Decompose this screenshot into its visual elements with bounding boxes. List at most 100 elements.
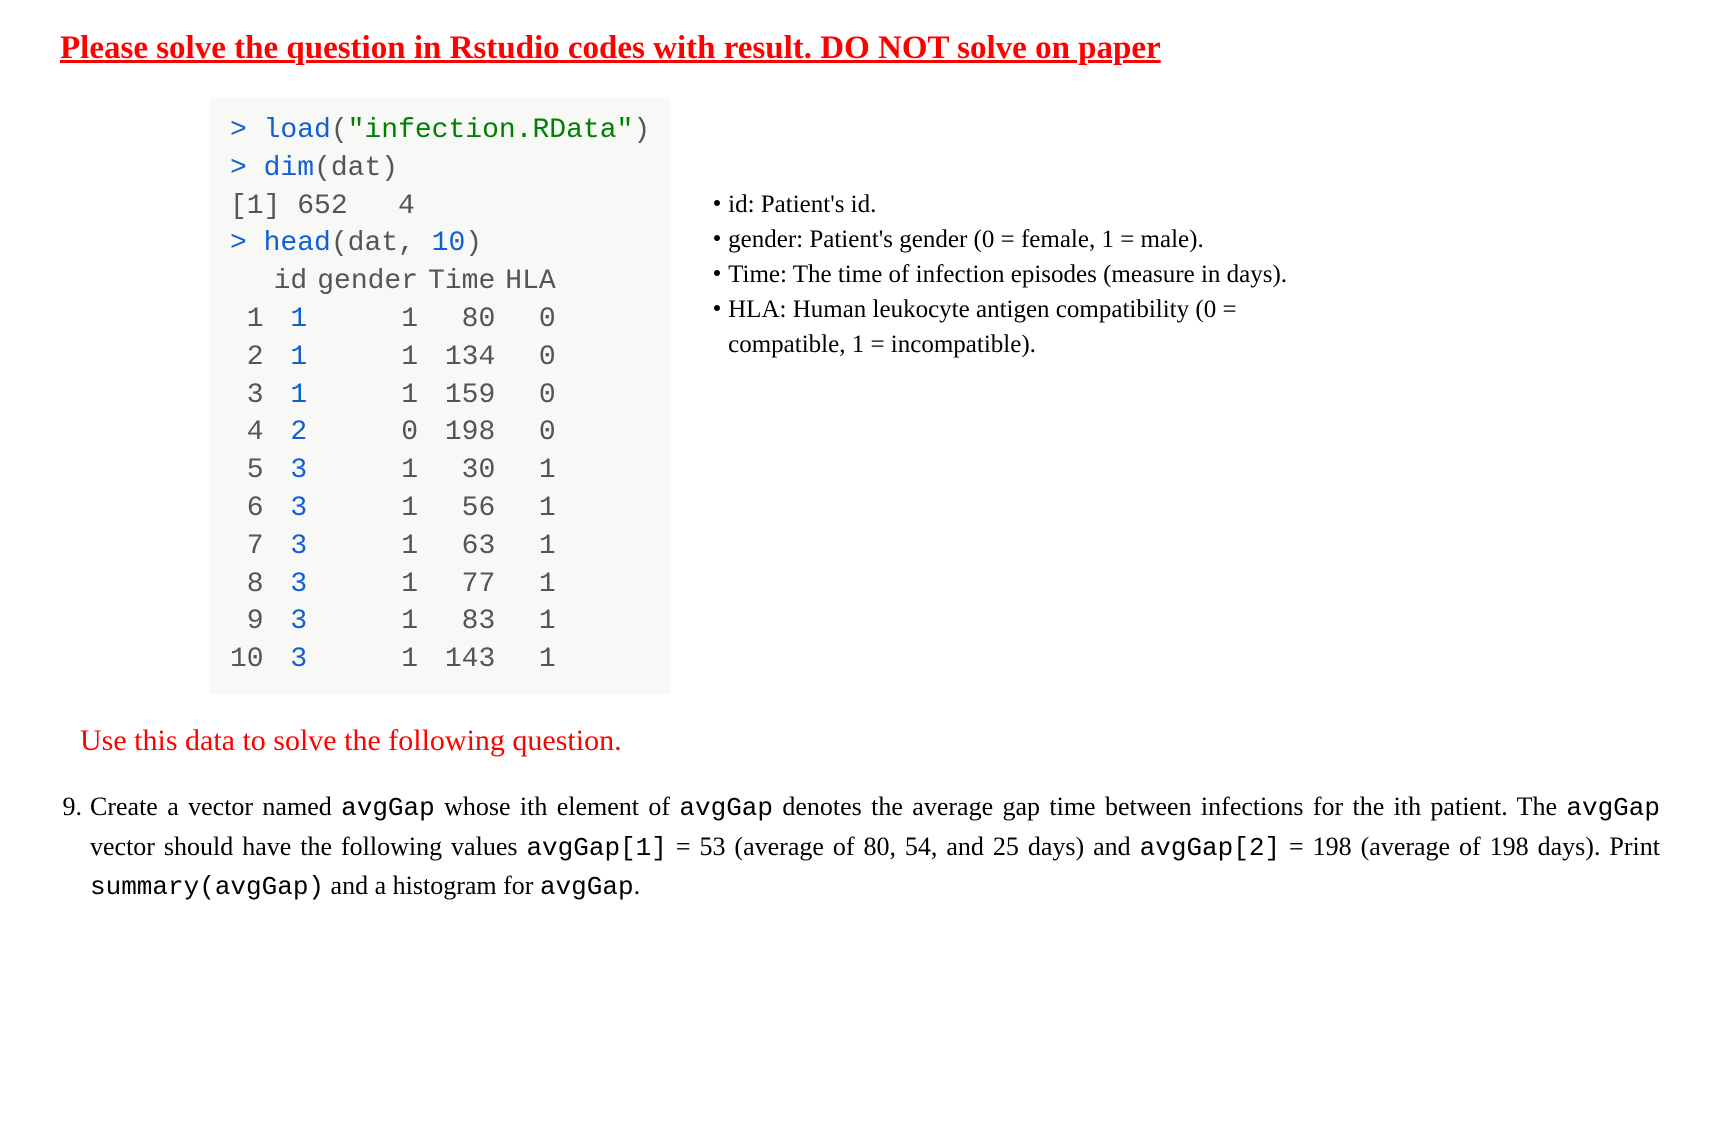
code-inline: avgGap[2] <box>1140 833 1280 863</box>
head-output-table: id gender Time HLA 111800211134031115904… <box>230 263 566 679</box>
code-inline: avgGap <box>679 793 773 823</box>
q-text: and a histogram for <box>324 871 540 900</box>
table-cell: 6 <box>230 490 274 528</box>
desc-hla-cont: compatible, 1 = incompatible). <box>710 327 1287 362</box>
prompt: > <box>230 153 247 184</box>
table-cell: 2 <box>230 339 274 377</box>
prompt: > <box>230 115 247 146</box>
table-cell: 3 <box>274 528 318 566</box>
table-cell: 77 <box>428 566 505 604</box>
table-cell: 0 <box>505 301 565 339</box>
code-inline: avgGap <box>540 872 634 902</box>
desc-id: id: Patient's id. <box>710 187 1287 222</box>
table-cell: 3 <box>274 603 318 641</box>
fn-head: head <box>264 228 331 259</box>
table-cell: 134 <box>428 339 505 377</box>
table-cell: 1 <box>317 377 428 415</box>
table-cell: 0 <box>505 377 565 415</box>
code-inline: avgGap <box>1566 793 1660 823</box>
col-header: gender <box>317 263 428 301</box>
table-cell: 30 <box>428 452 505 490</box>
q-text: = 53 (average of 80, 54, and 25 days) an… <box>667 832 1140 861</box>
table-cell: 1 <box>505 566 565 604</box>
col-header: Time <box>428 263 505 301</box>
page-title: Please solve the question in Rstudio cod… <box>60 30 1680 67</box>
table-row: 531301 <box>230 452 566 490</box>
table-row: 2111340 <box>230 339 566 377</box>
q-text: vector should have the following values <box>90 832 526 861</box>
table-cell: 3 <box>274 641 318 679</box>
paren: ( <box>331 115 348 146</box>
table-row: 10311431 <box>230 641 566 679</box>
table-cell: 8 <box>230 566 274 604</box>
table-cell: 3 <box>274 566 318 604</box>
code-and-desc-row: > load("infection.RData") > dim(dat) [1]… <box>210 97 1680 694</box>
table-cell: 0 <box>505 339 565 377</box>
num-literal: 10 <box>432 228 466 259</box>
question-body: Create a vector named avgGap whose ith e… <box>90 788 1660 907</box>
table-row: 731631 <box>230 528 566 566</box>
table-cell: 3 <box>230 377 274 415</box>
table-cell: 1 <box>317 301 428 339</box>
table-row: 931831 <box>230 603 566 641</box>
desc-time: Time: The time of infection episodes (me… <box>710 257 1287 292</box>
string-literal: "infection.RData" <box>348 115 634 146</box>
table-cell: 7 <box>230 528 274 566</box>
table-cell: 1 <box>274 377 318 415</box>
table-cell: 1 <box>317 603 428 641</box>
table-cell: 143 <box>428 641 505 679</box>
table-cell: 1 <box>505 603 565 641</box>
col-header: id <box>274 263 318 301</box>
table-row: 4201980 <box>230 414 566 452</box>
table-cell: 80 <box>428 301 505 339</box>
table-cell: 0 <box>505 414 565 452</box>
table-cell: 1 <box>317 528 428 566</box>
table-cell: 1 <box>274 339 318 377</box>
args: (dat) <box>314 153 398 184</box>
table-cell: 1 <box>505 490 565 528</box>
question-number: 9. <box>50 788 90 907</box>
table-cell: 83 <box>428 603 505 641</box>
args-close: ) <box>465 228 482 259</box>
table-cell: 1 <box>317 339 428 377</box>
table-row: 631561 <box>230 490 566 528</box>
table-row: 831771 <box>230 566 566 604</box>
q-text: denotes the average gap time between inf… <box>773 792 1566 821</box>
table-row: 3111590 <box>230 377 566 415</box>
subheading: Use this data to solve the following que… <box>80 724 1680 758</box>
prompt: > <box>230 228 247 259</box>
table-cell: 3 <box>274 490 318 528</box>
table-cell: 2 <box>274 414 318 452</box>
question-9: 9. Create a vector named avgGap whose it… <box>50 788 1660 907</box>
table-cell: 10 <box>230 641 274 679</box>
col-header <box>230 263 274 301</box>
table-cell: 198 <box>428 414 505 452</box>
code-inline: avgGap[1] <box>526 833 666 863</box>
r-console-block: > load("infection.RData") > dim(dat) [1]… <box>210 97 670 694</box>
desc-hla: HLA: Human leukocyte antigen compatibili… <box>710 292 1287 327</box>
table-cell: 1 <box>317 566 428 604</box>
q-text: whose ith element of <box>435 792 680 821</box>
q-text: . <box>634 871 641 900</box>
table-cell: 1 <box>230 301 274 339</box>
variable-descriptions: id: Patient's id. gender: Patient's gend… <box>710 97 1287 694</box>
fn-dim: dim <box>264 153 314 184</box>
paren: ) <box>633 115 650 146</box>
table-cell: 9 <box>230 603 274 641</box>
col-header: HLA <box>505 263 565 301</box>
table-cell: 159 <box>428 377 505 415</box>
table-cell: 1 <box>317 490 428 528</box>
table-cell: 1 <box>317 452 428 490</box>
table-row: 111800 <box>230 301 566 339</box>
table-cell: 4 <box>230 414 274 452</box>
table-cell: 3 <box>274 452 318 490</box>
table-cell: 56 <box>428 490 505 528</box>
table-cell: 5 <box>230 452 274 490</box>
args-open: (dat, <box>331 228 432 259</box>
fn-load: load <box>264 115 331 146</box>
q-text: Create a vector named <box>90 792 341 821</box>
table-cell: 1 <box>505 528 565 566</box>
code-inline: summary(avgGap) <box>90 872 324 902</box>
table-cell: 1 <box>505 452 565 490</box>
table-cell: 1 <box>505 641 565 679</box>
